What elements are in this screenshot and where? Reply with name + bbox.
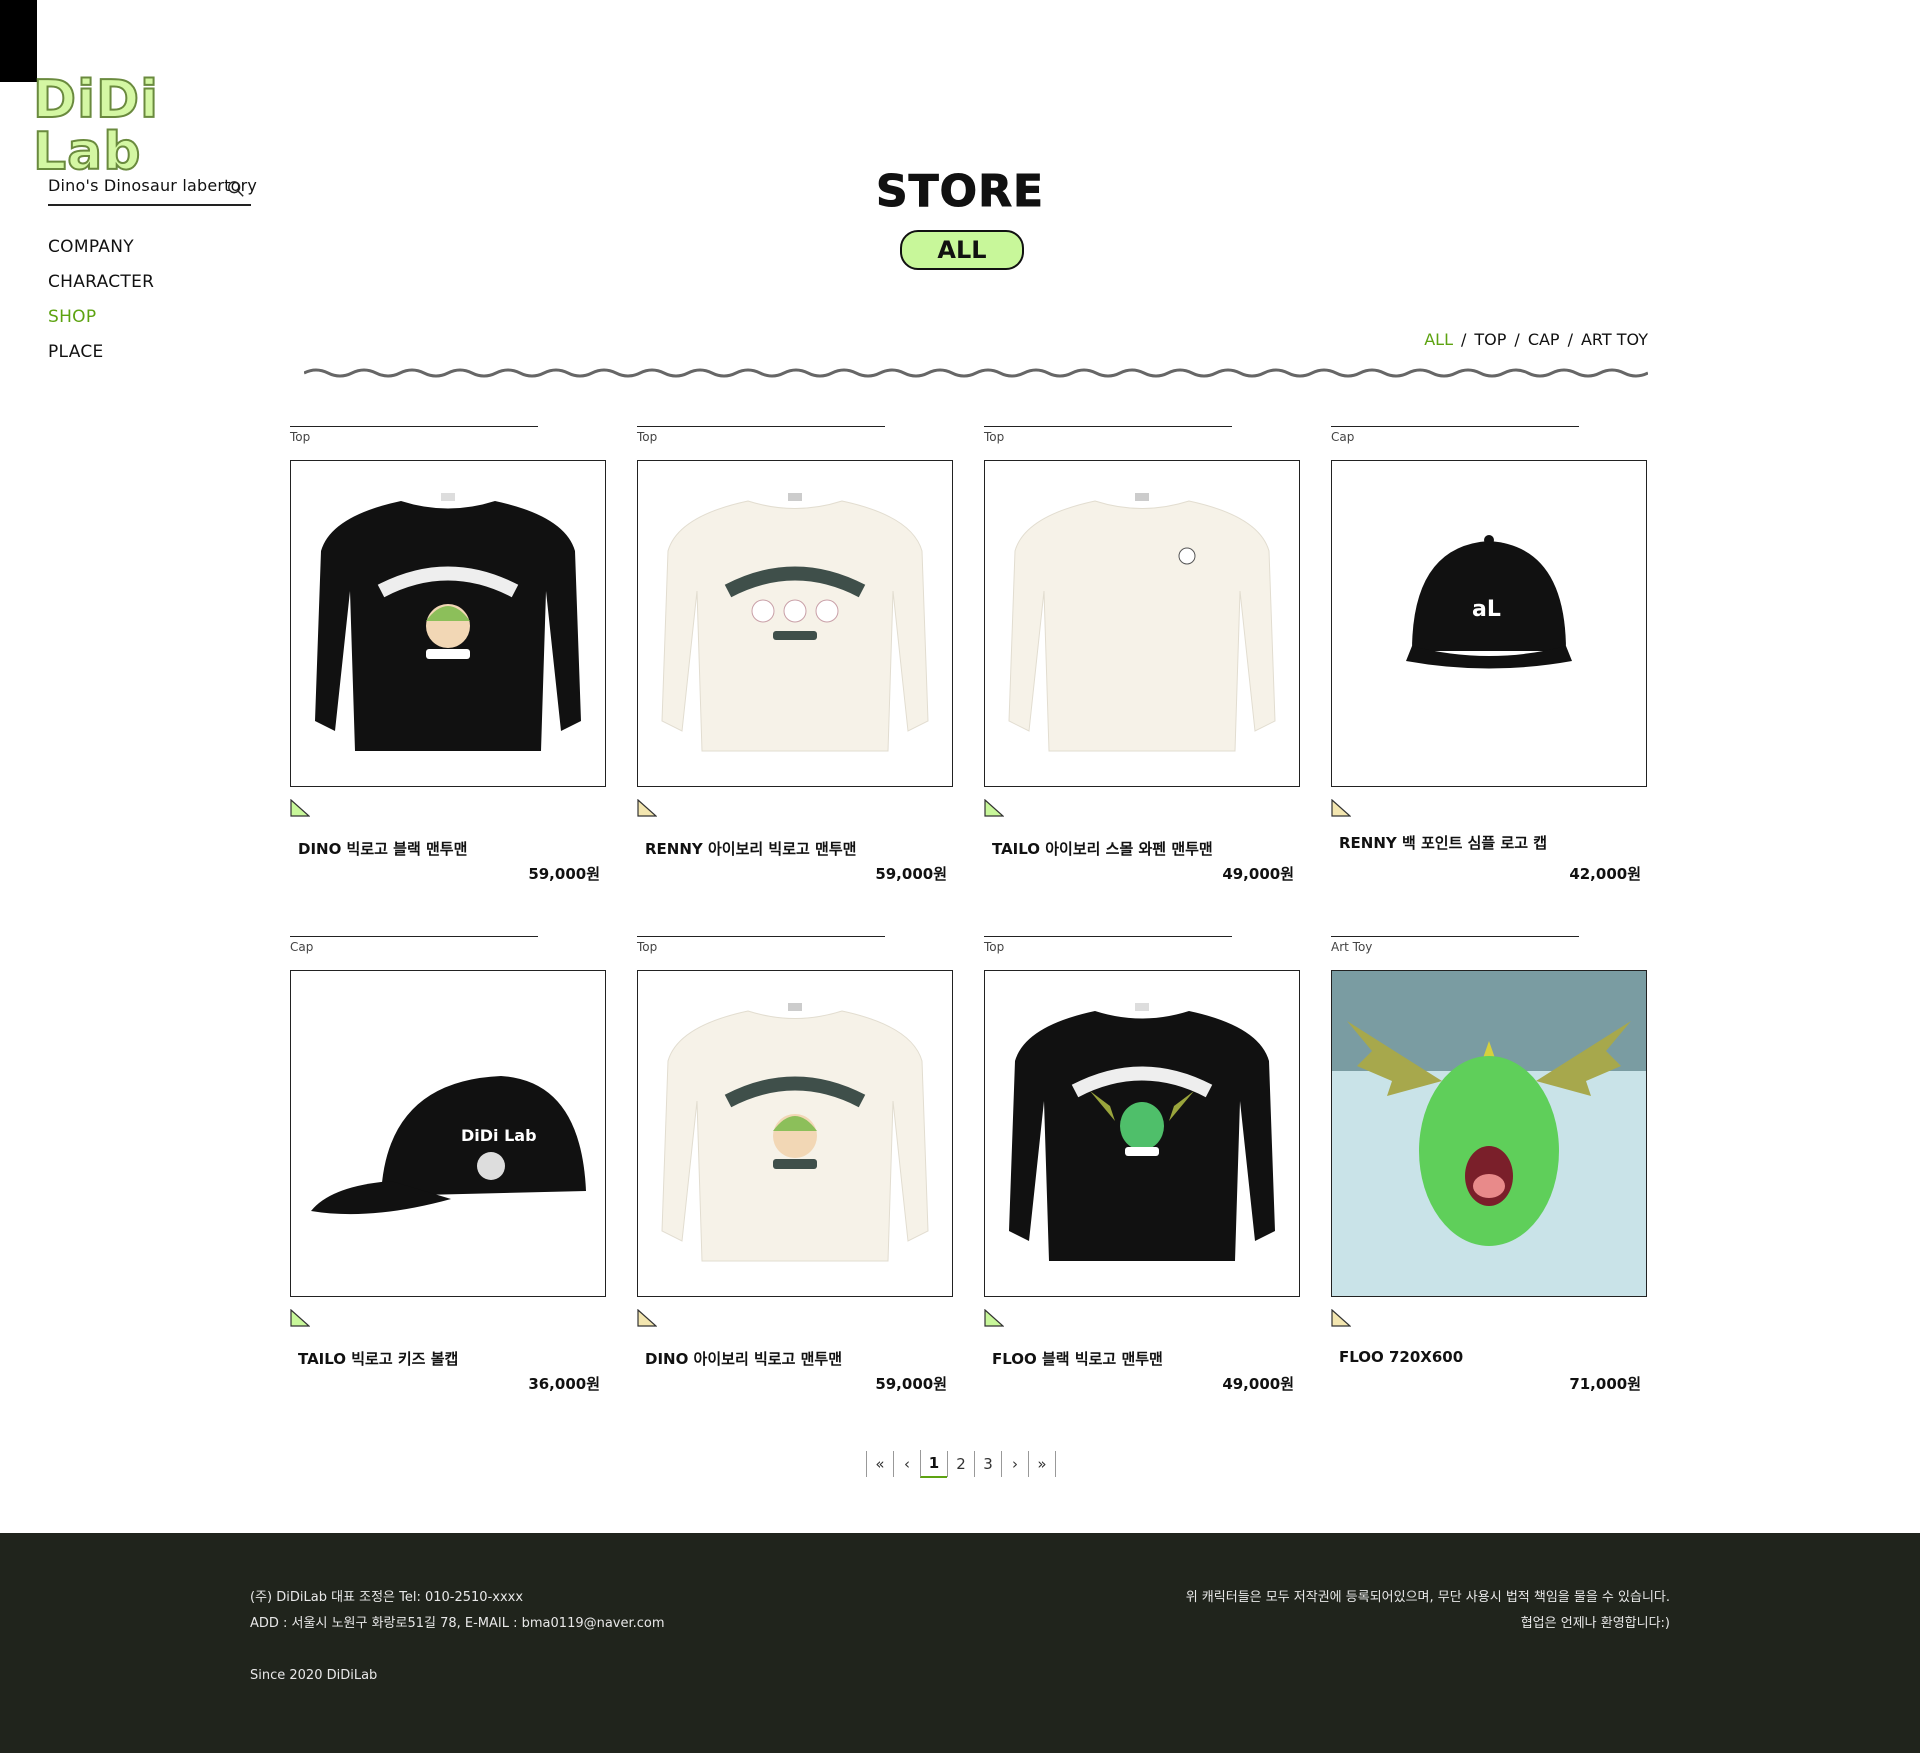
product-image[interactable] bbox=[984, 460, 1300, 787]
product-price: 36,000원 bbox=[528, 1375, 600, 1393]
product-image[interactable] bbox=[637, 970, 953, 1297]
product-category: Top bbox=[984, 426, 1232, 444]
product-category: Cap bbox=[290, 936, 538, 954]
product-category: Top bbox=[637, 426, 885, 444]
product-tag-icon bbox=[290, 799, 310, 817]
footer-company-info: (주) DiDiLab 대표 조정은 Tel: 010-2510-xxxx AD… bbox=[250, 1585, 665, 1689]
product-name[interactable]: FLOO 블랙 빅로고 맨투맨 bbox=[992, 1348, 1163, 1369]
svg-text:aL: aL bbox=[1472, 597, 1501, 622]
nav-place[interactable]: PLACE bbox=[48, 339, 154, 374]
product-image[interactable] bbox=[1331, 970, 1647, 1297]
page-1-button[interactable]: 1 bbox=[920, 1450, 947, 1478]
category-filters: ALL / TOP / CAP / ART TOY bbox=[1424, 330, 1648, 349]
product-tag-icon bbox=[637, 1309, 657, 1327]
ivory-sweatshirt-dino-image bbox=[661, 1003, 929, 1262]
ivory-sweatshirt-renny-image bbox=[661, 493, 929, 752]
product-name[interactable]: DINO 아이보리 빅로고 맨투맨 bbox=[645, 1348, 842, 1369]
product-name[interactable]: FLOO 720X600 bbox=[1339, 1348, 1463, 1366]
pagination: « ‹ 1 2 3 › » bbox=[866, 1450, 1056, 1478]
black-sweatshirt-dino-image bbox=[315, 493, 581, 751]
next-page-button[interactable]: › bbox=[1001, 1451, 1028, 1477]
product-name[interactable]: TAILO 아이보리 스몰 와펜 맨투맨 bbox=[992, 838, 1213, 859]
page-title: STORE bbox=[875, 166, 1045, 218]
filter-top[interactable]: TOP bbox=[1474, 330, 1506, 349]
page-2-button[interactable]: 2 bbox=[947, 1451, 974, 1477]
product-image[interactable] bbox=[984, 970, 1300, 1297]
nav-company[interactable]: COMPANY bbox=[48, 234, 154, 269]
logo-wordmark: DiDi Lab bbox=[32, 70, 159, 182]
filter-cap[interactable]: CAP bbox=[1528, 330, 1560, 349]
filter-all[interactable]: ALL bbox=[1424, 330, 1453, 349]
product-tag-icon bbox=[1331, 1309, 1351, 1327]
product-name[interactable]: DINO 빅로고 블랙 맨투맨 bbox=[298, 838, 467, 859]
footer: (주) DiDiLab 대표 조정은 Tel: 010-2510-xxxx AD… bbox=[0, 1533, 1920, 1753]
nav-character[interactable]: CHARACTER bbox=[48, 269, 154, 304]
product-category: Top bbox=[637, 936, 885, 954]
product-price: 49,000원 bbox=[1222, 865, 1294, 883]
product-category: Top bbox=[290, 426, 538, 444]
product-image[interactable] bbox=[637, 460, 953, 787]
ivory-sweatshirt-tailo-image bbox=[1008, 493, 1276, 752]
black-cap-tailo-image: DiDi Lab bbox=[311, 1076, 586, 1215]
product-tag-icon bbox=[984, 1309, 1004, 1327]
product-price: 59,000원 bbox=[528, 865, 600, 883]
product-price: 42,000원 bbox=[1569, 865, 1641, 883]
prev-page-button[interactable]: ‹ bbox=[893, 1451, 920, 1477]
last-page-button[interactable]: » bbox=[1028, 1451, 1056, 1477]
product-category: Cap bbox=[1331, 426, 1579, 444]
corner-block bbox=[0, 0, 37, 82]
first-page-button[interactable]: « bbox=[866, 1451, 893, 1477]
footer-notice: 위 캐릭터들은 모두 저작권에 등록되어있으며, 무단 사용시 법적 책임을 물… bbox=[1186, 1585, 1670, 1637]
footer-since: Since 2020 DiDiLab bbox=[250, 1668, 378, 1683]
product-tag-icon bbox=[637, 799, 657, 817]
footer-company: (주) DiDiLab 대표 조정은 Tel: 010-2510-xxxx bbox=[250, 1590, 524, 1605]
product-name[interactable]: TAILO 빅로고 키즈 볼캡 bbox=[298, 1348, 458, 1369]
product-name[interactable]: RENNY 아이보리 빅로고 맨투맨 bbox=[645, 838, 856, 859]
page-3-button[interactable]: 3 bbox=[974, 1451, 1001, 1477]
product-image[interactable]: aL bbox=[1331, 460, 1647, 787]
product-price: 59,000원 bbox=[875, 1375, 947, 1393]
side-nav: COMPANY CHARACTER SHOP PLACE bbox=[48, 234, 154, 374]
filter-separator: / bbox=[1567, 330, 1573, 349]
black-cap-logo-image: aL bbox=[1406, 535, 1572, 669]
product-image[interactable]: DiDi Lab bbox=[290, 970, 606, 1297]
footer-address: ADD : 서울시 노원구 화랑로51길 78, E-MAIL : bma011… bbox=[250, 1616, 665, 1631]
product-name[interactable]: RENNY 백 포인트 심플 로고 캡 bbox=[1339, 832, 1547, 853]
filter-separator: / bbox=[1514, 330, 1520, 349]
product-image[interactable] bbox=[290, 460, 606, 787]
product-price: 59,000원 bbox=[875, 865, 947, 883]
product-price: 49,000원 bbox=[1222, 1375, 1294, 1393]
category-badge: ALL bbox=[900, 230, 1024, 270]
product-tag-icon bbox=[1331, 799, 1351, 817]
product-tag-icon bbox=[984, 799, 1004, 817]
product-tag-icon bbox=[290, 1309, 310, 1327]
product-category: Art Toy bbox=[1331, 936, 1579, 954]
svg-text:DiDi Lab: DiDi Lab bbox=[461, 1126, 537, 1145]
floo-art-toy-image bbox=[1332, 971, 1646, 1296]
filter-art-toy[interactable]: ART TOY bbox=[1581, 330, 1648, 349]
black-sweatshirt-floo-image bbox=[1009, 1003, 1275, 1261]
wave-divider bbox=[304, 368, 1648, 378]
filter-separator: / bbox=[1461, 330, 1467, 349]
product-price: 71,000원 bbox=[1569, 1375, 1641, 1393]
footer-collab: 협업은 언제나 환영합니다:) bbox=[1520, 1616, 1670, 1631]
product-category: Top bbox=[984, 936, 1232, 954]
nav-shop[interactable]: SHOP bbox=[48, 304, 154, 339]
footer-copyright-notice: 위 캐릭터들은 모두 저작권에 등록되어있으며, 무단 사용시 법적 책임을 물… bbox=[1185, 1590, 1670, 1605]
